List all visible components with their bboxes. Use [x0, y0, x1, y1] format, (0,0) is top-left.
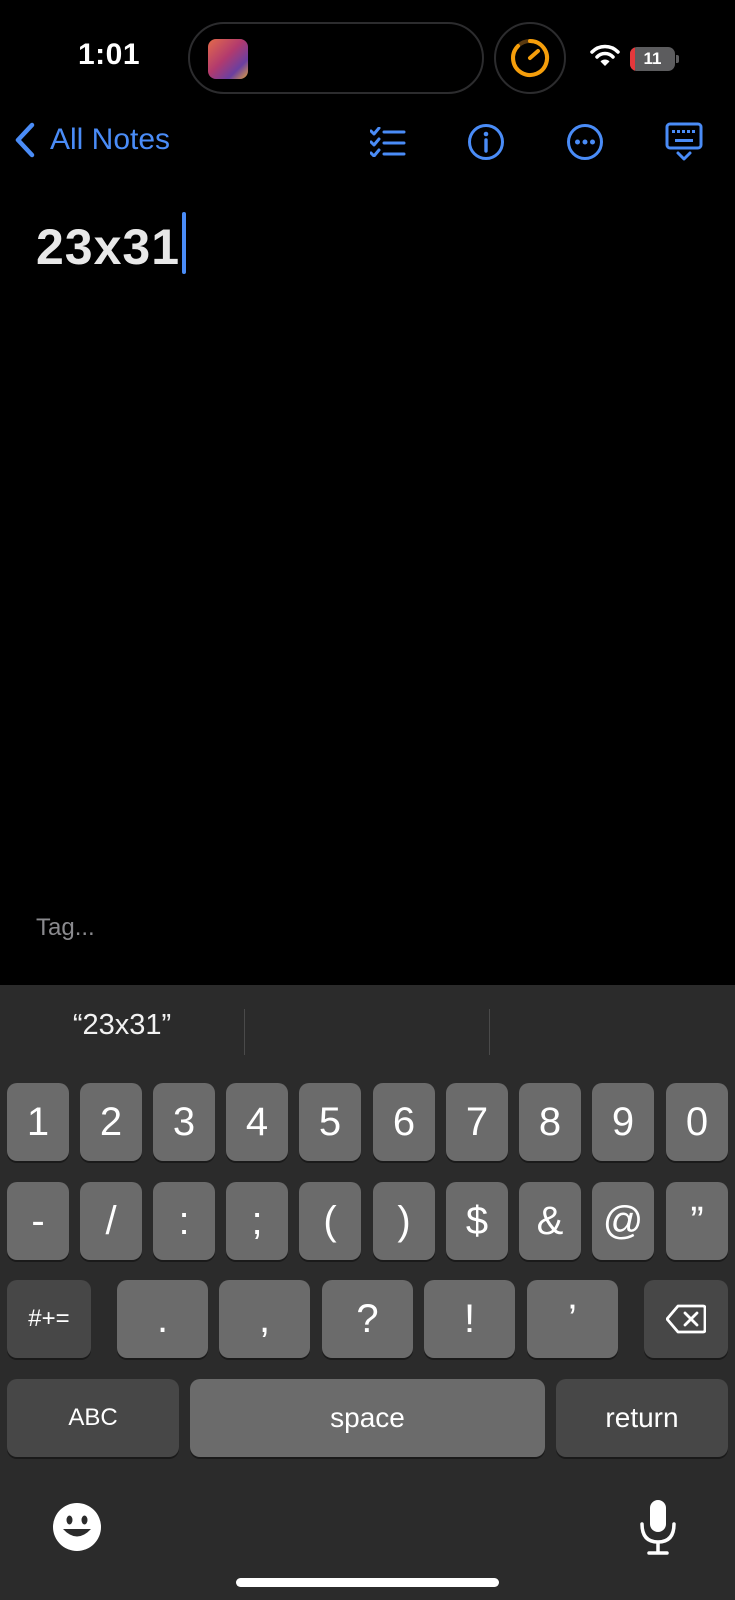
delete-key[interactable] — [644, 1280, 728, 1358]
keyboard-dismiss-button[interactable] — [662, 120, 706, 164]
key-semicolon[interactable]: ; — [226, 1182, 288, 1260]
key-close-paren[interactable]: ) — [373, 1182, 435, 1260]
key-at[interactable]: @ — [592, 1182, 654, 1260]
key-hyphen[interactable]: - — [7, 1182, 69, 1260]
space-key[interactable]: space — [190, 1379, 545, 1457]
key-comma[interactable]: , — [219, 1280, 310, 1358]
suggestion-1[interactable]: “23x31” — [0, 985, 244, 1065]
key-quote[interactable]: ” — [666, 1182, 728, 1260]
key-0[interactable]: 0 — [666, 1083, 728, 1161]
key-2[interactable]: 2 — [80, 1083, 142, 1161]
chevron-left-icon — [15, 122, 35, 158]
suggestion-bar: “23x31” — [0, 985, 735, 1065]
wifi-icon — [590, 44, 620, 66]
note-editor[interactable]: 23x31 — [36, 212, 187, 276]
backspace-icon — [666, 1304, 706, 1334]
info-button[interactable] — [464, 120, 508, 164]
tag-input[interactable]: Tag... — [36, 914, 95, 942]
dictation-button[interactable] — [638, 1498, 678, 1561]
home-indicator[interactable] — [236, 1578, 499, 1587]
timer-bubble[interactable] — [494, 22, 566, 94]
key-open-paren[interactable]: ( — [299, 1182, 361, 1260]
microphone-icon — [640, 1500, 676, 1555]
key-9[interactable]: 9 — [592, 1083, 654, 1161]
key-8[interactable]: 8 — [519, 1083, 581, 1161]
keyboard: “23x31” 1 2 3 4 5 6 7 8 9 0 - / : ; ( ) … — [0, 985, 735, 1600]
suggestion-2[interactable] — [245, 985, 489, 1065]
more-icon — [567, 124, 603, 160]
key-6[interactable]: 6 — [373, 1083, 435, 1161]
checklist-icon — [370, 127, 406, 157]
now-playing-artwork — [208, 39, 248, 79]
key-4[interactable]: 4 — [226, 1083, 288, 1161]
key-colon[interactable]: : — [153, 1182, 215, 1260]
key-dollar[interactable]: $ — [446, 1182, 508, 1260]
text-cursor — [182, 212, 187, 274]
keyboard-dismiss-icon — [665, 122, 703, 161]
status-time: 1:01 — [78, 38, 141, 71]
return-key[interactable]: return — [556, 1379, 728, 1457]
abc-key[interactable]: ABC — [7, 1379, 179, 1457]
key-3[interactable]: 3 — [153, 1083, 215, 1161]
note-title-text: 23x31 — [36, 219, 181, 275]
key-slash[interactable]: / — [80, 1182, 142, 1260]
key-question[interactable]: ? — [322, 1280, 413, 1358]
battery-cap — [676, 55, 679, 63]
key-5[interactable]: 5 — [299, 1083, 361, 1161]
key-7[interactable]: 7 — [446, 1083, 508, 1161]
key-1[interactable]: 1 — [7, 1083, 69, 1161]
key-exclamation[interactable]: ! — [424, 1280, 515, 1358]
key-ampersand[interactable]: & — [519, 1182, 581, 1260]
emoji-button[interactable] — [52, 1502, 102, 1557]
back-button[interactable]: All Notes — [14, 122, 170, 158]
back-label: All Notes — [50, 123, 171, 156]
symbols-key[interactable]: #+= — [7, 1280, 91, 1358]
key-period[interactable]: . — [117, 1280, 208, 1358]
battery-indicator: 11 — [630, 47, 675, 71]
suggestion-3[interactable] — [490, 985, 735, 1065]
checklist-button[interactable] — [366, 120, 410, 164]
battery-level: 11 — [643, 49, 662, 68]
more-button[interactable] — [563, 120, 607, 164]
dynamic-island[interactable] — [188, 22, 484, 94]
emoji-icon — [53, 1503, 101, 1551]
timer-progress-icon — [511, 39, 550, 77]
key-apostrophe[interactable]: ’ — [527, 1280, 618, 1358]
info-icon — [468, 124, 504, 160]
